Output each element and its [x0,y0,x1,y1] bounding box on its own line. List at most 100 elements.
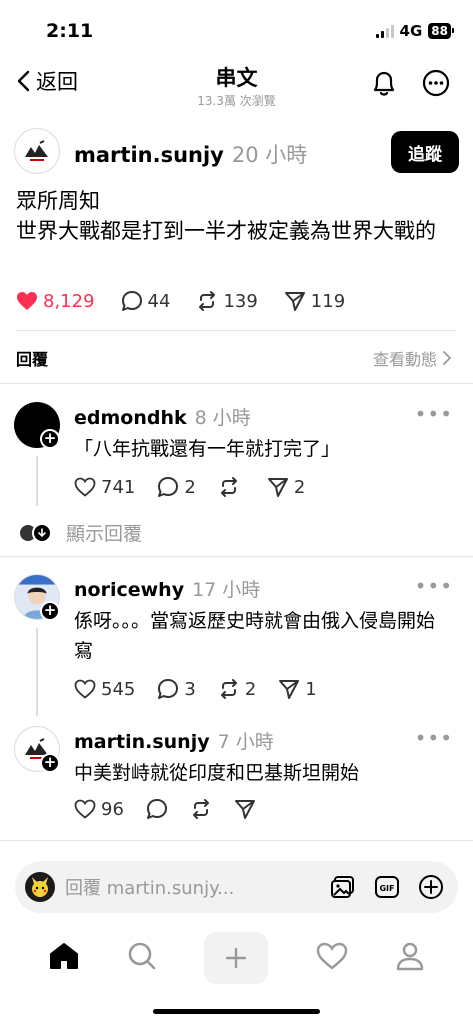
notification-button[interactable] [367,66,401,100]
share-count: 119 [310,290,346,312]
repost-count: 139 [223,290,258,312]
comment-button[interactable] [146,798,168,820]
send-icon [234,800,255,819]
like-count: 545 [101,678,136,700]
follow-button[interactable]: 追蹤 [391,131,459,173]
chevron-right-icon [443,351,451,365]
gif-icon[interactable]: GIF [374,874,400,900]
share-count: 2 [293,476,306,498]
reply-input[interactable]: 回覆 martin.sunjy... [65,874,330,900]
divider [16,330,457,331]
tab-search[interactable] [127,941,157,975]
comment-more-icon[interactable]: ••• [415,574,453,598]
post-actions: 8,129 44 139 119 [16,290,371,312]
status-time: 2:11 [46,20,94,42]
follow-plus-icon[interactable]: + [40,429,60,449]
battery-icon: 88 [428,23,454,39]
comment-count: 44 [147,290,171,312]
follow-plus-icon[interactable]: + [40,753,60,773]
send-icon [284,292,305,311]
tab-profile[interactable] [395,941,425,975]
share-count: 1 [305,678,317,700]
repost-icon [220,477,237,497]
comment-button[interactable]: 3 [157,678,196,700]
image-icon[interactable] [330,874,356,900]
divider [0,383,473,384]
show-replies-button[interactable]: 顯示回覆 [18,519,142,546]
home-indicator [153,1009,320,1014]
home-icon [49,943,78,969]
tab-bar [0,928,473,988]
repost-button[interactable] [190,798,212,820]
search-icon [128,942,156,970]
comment-actions: 545 3 2 1 [74,678,343,700]
repost-icon [199,291,216,311]
thread-line [36,628,38,716]
tab-activity[interactable] [316,942,348,974]
comment-username[interactable]: martin.sunjy [74,731,210,753]
comment-count: 3 [184,678,196,700]
like-button[interactable]: 741 [74,477,135,498]
author-username[interactable]: martin.sunjy [74,143,224,167]
share-button[interactable]: 1 [278,678,317,700]
heart-icon [316,942,348,970]
share-button[interactable]: 119 [284,290,345,312]
user-avatar [25,872,55,902]
bell-icon [373,71,395,96]
send-icon [279,680,300,699]
like-button[interactable]: 545 [74,679,135,700]
heart-filled-icon [17,292,37,310]
add-circle-icon[interactable] [418,874,444,900]
comment-icon [146,799,167,819]
tab-create[interactable] [204,932,269,984]
status-indicators: 4G 88 [375,22,454,40]
divider [0,840,473,841]
follow-plus-icon[interactable]: + [40,601,60,621]
reply-composer[interactable]: 回覆 martin.sunjy... GIF [15,861,458,913]
profile-icon [397,942,424,971]
comment-actions: 96 [74,798,282,820]
view-activity-link[interactable]: 查看動態 [373,346,451,370]
comment-text: 係呀。。。當寫返歷史時就會由俄入侵島開始寫 [74,610,436,662]
comment-icon [121,291,142,311]
comment-count: 2 [184,476,196,498]
send-icon [267,478,288,497]
post-time: 20 小時 [231,143,308,167]
more-options-button[interactable] [419,66,453,100]
comment-icon [158,679,179,699]
arrow-down-icon [32,522,52,543]
like-count: 96 [101,798,124,820]
share-button[interactable] [234,798,256,820]
comment-button[interactable]: 2 [157,476,196,498]
like-button[interactable]: 96 [74,799,124,820]
author-avatar[interactable] [14,128,60,174]
post-text-line: 眾所周知 [16,189,100,213]
comment-time: 7 小時 [217,731,274,753]
thread-line [36,456,38,506]
signal-icon [375,24,394,38]
share-button[interactable]: 2 [267,476,305,498]
comment-text: 中美對峙就從印度和巴基斯坦開始 [74,762,360,784]
repost-button[interactable] [218,476,245,498]
page-title: 串文 [215,66,258,90]
tab-home[interactable] [48,941,80,975]
comment-more-icon[interactable]: ••• [415,402,453,426]
comment-username[interactable]: noricewhy [74,579,184,601]
view-activity-label: 查看動態 [372,350,437,369]
comment-more-icon[interactable]: ••• [415,726,453,750]
comment-username[interactable]: edmondhk [74,407,187,429]
comment-button[interactable]: 44 [121,290,171,312]
repost-button[interactable]: 139 [196,290,258,312]
repost-button[interactable]: 2 [218,678,256,700]
avatar-logo-icon [25,140,48,161]
like-count: 741 [101,476,136,498]
post-text-line: 世界大戰都是打到一半才被定義為世界大戰的 [16,219,436,243]
pikachu-avatar-icon [32,877,48,897]
repost-icon [220,679,237,699]
svg-text:GIF: GIF [379,884,394,893]
comment-icon [158,477,179,497]
like-button[interactable]: 8,129 [16,291,95,312]
repost-count: 2 [244,678,257,700]
view-count: 13.3萬 次瀏覽 [197,94,276,108]
more-circle-icon [422,69,450,97]
